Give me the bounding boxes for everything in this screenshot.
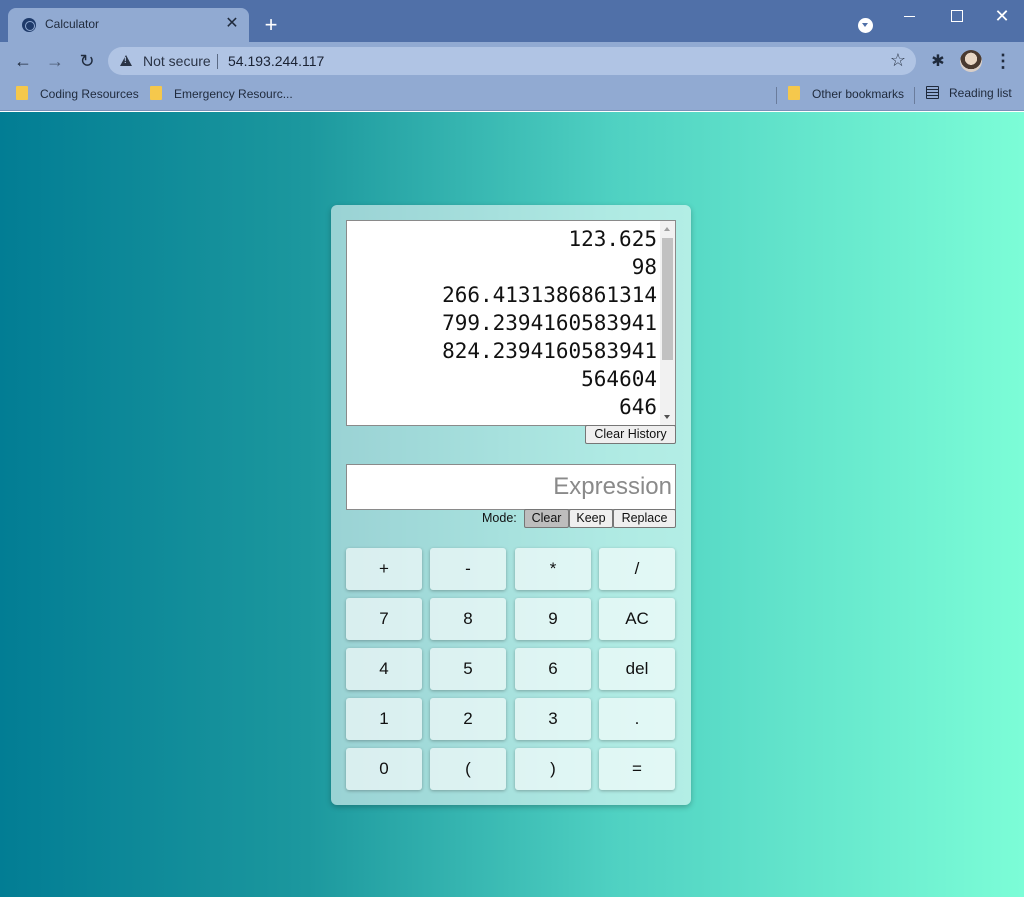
mode-keep-button[interactable]: Keep [569,509,613,528]
bookmarks-bar: Coding Resources Emergency Resourc... Ot… [0,80,1024,111]
key-0[interactable]: 0 [346,748,422,790]
reading-list-icon [926,86,939,99]
back-arrow-icon[interactable]: ← [12,50,34,72]
bookmark-label: Coding Resources [40,87,139,101]
folder-icon [150,86,162,100]
key-1[interactable]: 1 [346,698,422,740]
kebab-menu-icon[interactable]: ⋮ [994,50,1012,72]
key-divide[interactable]: / [599,548,675,590]
key-minus[interactable]: - [430,548,506,590]
address-bar[interactable]: Not secure 54.193.244.117 ☆ [108,47,916,75]
browser-titlebar: Calculator ✕ + ✕ [0,0,1024,42]
mode-clear-button[interactable]: Clear [524,509,569,528]
key-all-clear[interactable]: AC [599,598,675,640]
key-multiply[interactable]: * [515,548,591,590]
scroll-thumb[interactable] [662,238,673,360]
scroll-up-arrow-icon[interactable] [664,227,670,231]
reading-list-button[interactable]: Reading list [926,86,1012,104]
minimize-button[interactable] [898,6,922,26]
page-background: 123.625 98 266.4131386861314 799.2394160… [0,112,1024,897]
tab-calculator[interactable]: Calculator ✕ [8,8,249,42]
maximize-button[interactable] [944,6,968,26]
key-4[interactable]: 4 [346,648,422,690]
globe-icon [22,18,36,32]
bookmark-emergency-resources[interactable]: Emergency Resourc... [150,86,293,104]
history-item: 123.625 [568,227,657,251]
key-9[interactable]: 9 [515,598,591,640]
history-scrollbar[interactable] [660,221,675,425]
history-item: 824.2394160583941 [442,339,657,363]
bookmark-star-icon[interactable]: ☆ [890,50,906,71]
bookmark-divider [914,87,915,104]
history-item: 564604 [581,367,657,391]
history-item: 646 [619,395,657,419]
bookmark-divider [776,87,777,104]
history-item: 799.2394160583941 [442,311,657,335]
folder-icon [16,86,28,100]
mode-replace-button[interactable]: Replace [613,509,676,528]
tab-search-icon[interactable] [858,18,873,33]
key-equals[interactable]: = [599,748,675,790]
scroll-down-arrow-icon[interactable] [664,415,670,419]
url-text[interactable]: 54.193.244.117 [228,53,324,69]
bookmark-label: Emergency Resourc... [174,87,293,101]
browser-toolbar: ← → ↻ Not secure 54.193.244.117 ☆ ✱ ⋮ [0,42,1024,80]
new-tab-button[interactable]: + [259,14,283,38]
key-7[interactable]: 7 [346,598,422,640]
history-box[interactable]: 123.625 98 266.4131386861314 799.2394160… [346,220,676,426]
not-secure-label[interactable]: Not secure [143,53,211,69]
forward-arrow-icon[interactable]: → [44,50,66,72]
key-5[interactable]: 5 [430,648,506,690]
reload-icon[interactable]: ↻ [76,50,98,72]
key-decimal[interactable]: . [599,698,675,740]
bookmark-label: Other bookmarks [812,87,905,101]
close-window-button[interactable]: ✕ [990,6,1014,26]
profile-avatar[interactable] [960,50,982,72]
history-item: 266.4131386861314 [442,283,657,307]
key-close-paren[interactable]: ) [515,748,591,790]
extensions-puzzle-icon[interactable]: ✱ [928,51,948,71]
address-divider [217,54,218,69]
bookmark-label: Reading list [949,86,1012,100]
expression-input[interactable] [346,464,676,510]
mode-label: Mode: [482,511,517,525]
bookmark-other-bookmarks[interactable]: Other bookmarks [788,86,904,104]
clear-history-button[interactable]: Clear History [585,425,676,444]
calculator-panel: 123.625 98 266.4131386861314 799.2394160… [331,205,691,805]
folder-icon [788,86,800,100]
bookmark-coding-resources[interactable]: Coding Resources [16,86,139,104]
key-3[interactable]: 3 [515,698,591,740]
key-2[interactable]: 2 [430,698,506,740]
warning-icon[interactable] [120,55,132,66]
key-6[interactable]: 6 [515,648,591,690]
key-plus[interactable]: + [346,548,422,590]
key-delete[interactable]: del [599,648,675,690]
tab-close-icon[interactable]: ✕ [223,15,241,33]
key-open-paren[interactable]: ( [430,748,506,790]
history-list: 123.625 98 266.4131386861314 799.2394160… [347,225,657,421]
tab-title: Calculator [45,17,100,31]
history-item: 98 [631,255,657,279]
key-8[interactable]: 8 [430,598,506,640]
